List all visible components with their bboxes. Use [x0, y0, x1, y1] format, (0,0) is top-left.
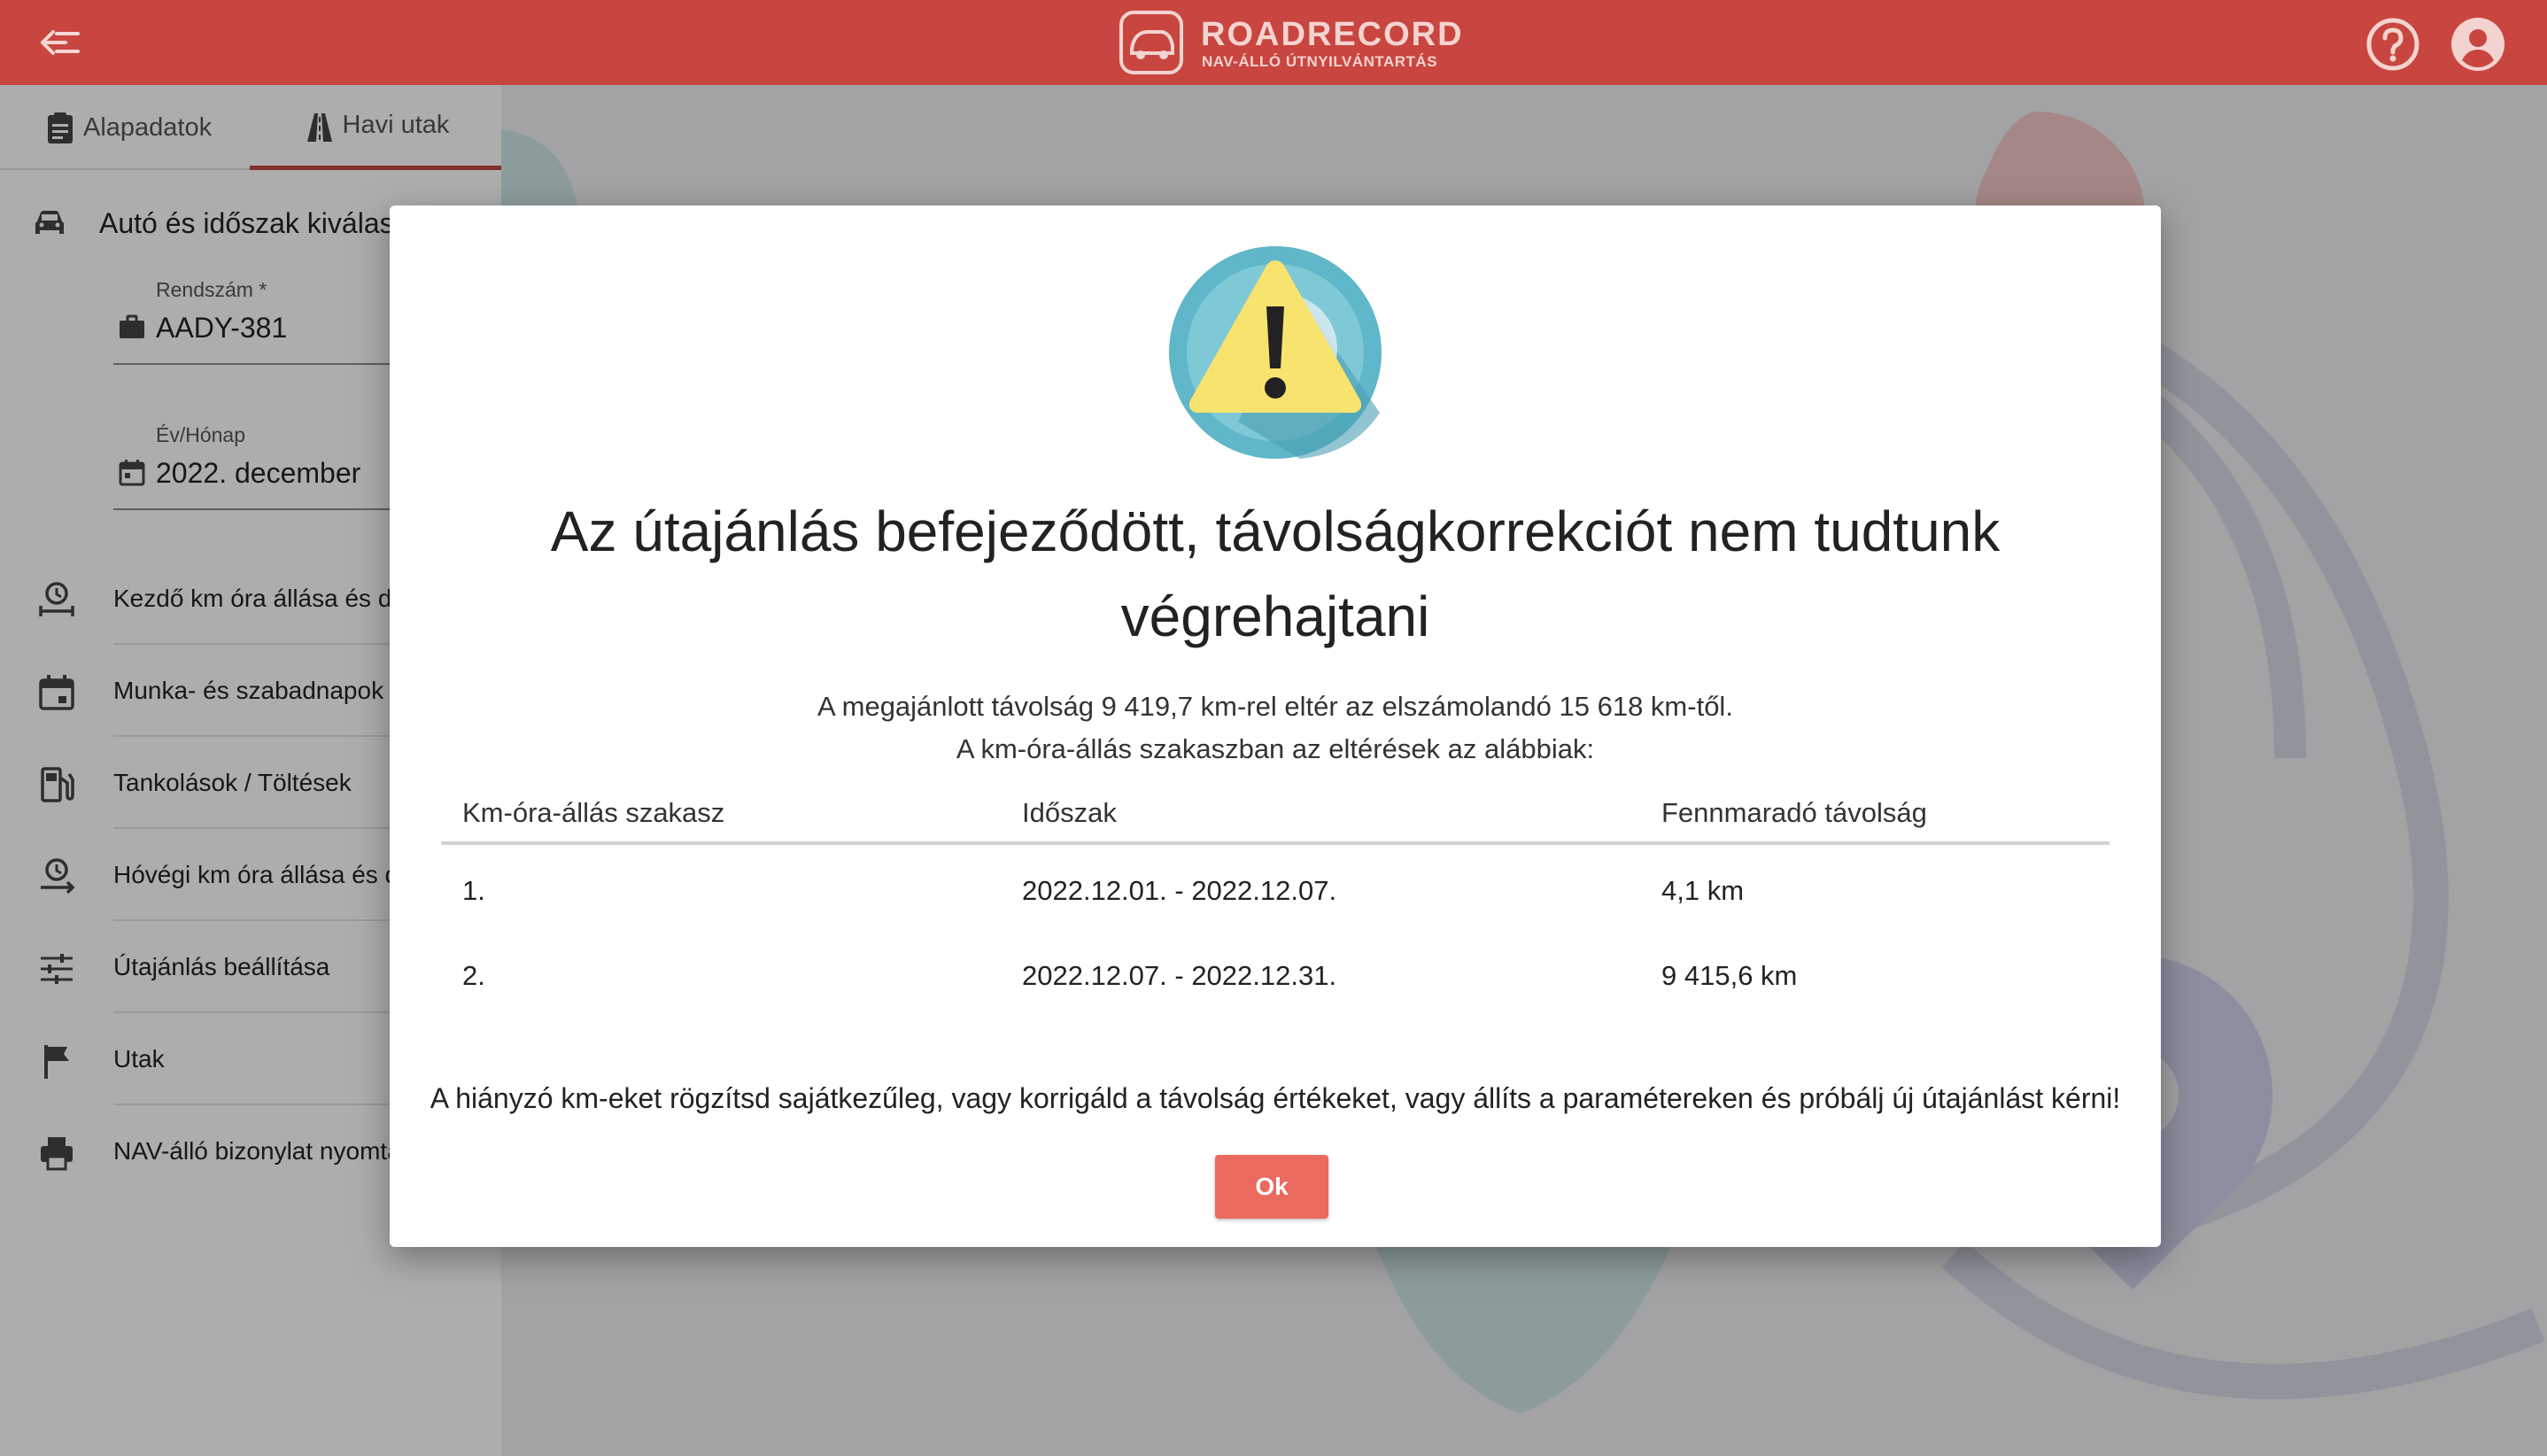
- dialog-message-line1: A megajánlott távolság 9 419,7 km-rel el…: [817, 691, 1733, 722]
- warning-icon: [1169, 246, 1382, 459]
- ok-button[interactable]: Ok: [1215, 1155, 1328, 1219]
- deviation-table-header: Km-óra-állás szakasz Időszak Fennmaradó …: [441, 790, 2110, 845]
- cell-remaining: 9 415,6 km: [1661, 960, 1798, 991]
- help-icon: [2366, 18, 2419, 71]
- column-header-section: Km-óra-állás szakasz: [462, 797, 725, 828]
- dialog-message-line2: A km-óra-állás szakaszban az eltérések a…: [956, 733, 1595, 764]
- dialog-message: A megajánlott távolság 9 419,7 km-rel el…: [478, 685, 2072, 771]
- help-button[interactable]: [2365, 16, 2421, 73]
- cell-section: 1.: [462, 875, 485, 906]
- dialog-footer-note: A hiányzó km-eket rögzítsd sajátkezűleg,…: [430, 1082, 2121, 1114]
- column-header-period: Időszak: [1022, 797, 1117, 828]
- cell-remaining: 4,1 km: [1661, 875, 1745, 906]
- logo-subtitle: NAV-ÁLLÓ ÚTNYILVÁNTARTÁS: [1202, 53, 1438, 70]
- table-row: 2. 2022.12.07. - 2022.12.31. 9 415,6 km: [441, 935, 2110, 1020]
- table-row: 1. 2022.12.01. - 2022.12.07. 4,1 km: [441, 850, 2110, 935]
- column-header-remaining: Fennmaradó távolság: [1661, 797, 1927, 828]
- cell-period: 2022.12.07. - 2022.12.31.: [1022, 960, 1337, 991]
- dialog-title: Az útajánlás befejeződött, távolságkorre…: [550, 500, 2001, 648]
- car-logo-icon: [1119, 11, 1183, 74]
- logo-title: ROADRECORD: [1201, 16, 1464, 53]
- route-result-dialog: Az útajánlás befejeződött, távolságkorre…: [390, 205, 2161, 1247]
- account-circle-icon: [2451, 18, 2504, 71]
- cell-section: 2.: [462, 960, 485, 991]
- arrow-back-icon: [41, 30, 80, 55]
- account-button[interactable]: [2450, 16, 2506, 73]
- app-header: ROADRECORD NAV-ÁLLÓ ÚTNYILVÁNTARTÁS: [0, 0, 2547, 85]
- cell-period: 2022.12.01. - 2022.12.07.: [1022, 875, 1337, 906]
- back-button[interactable]: [35, 21, 85, 64]
- app-logo: ROADRECORD NAV-ÁLLÓ ÚTNYILVÁNTARTÁS: [1116, 7, 1462, 78]
